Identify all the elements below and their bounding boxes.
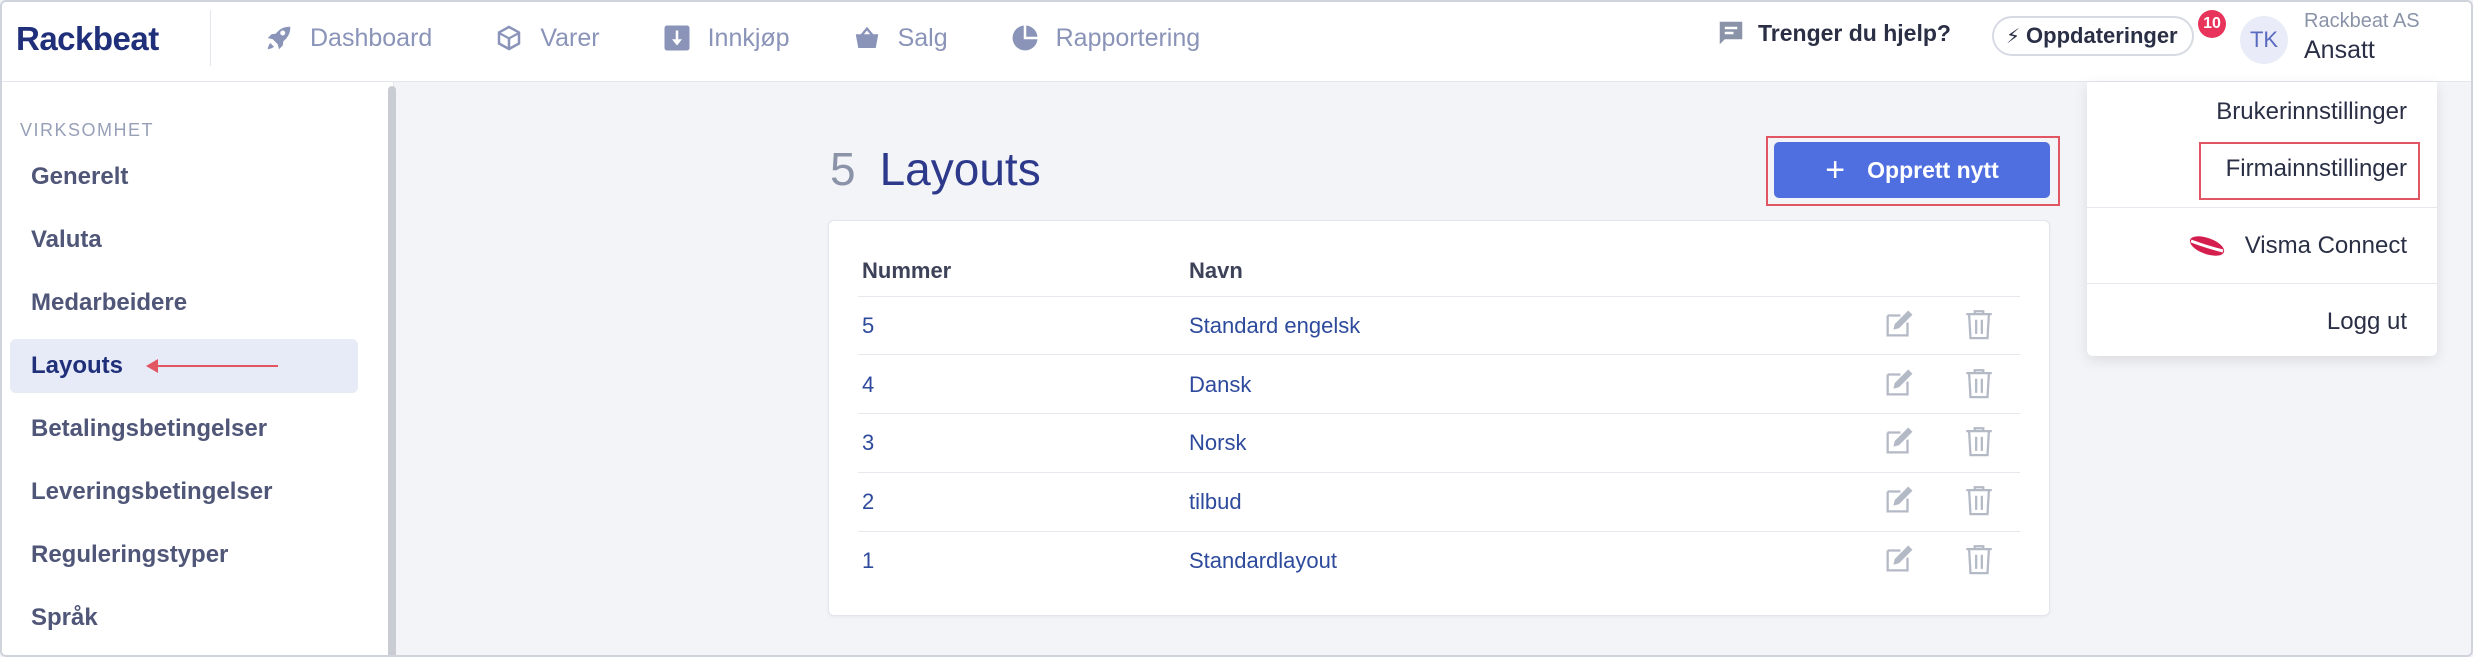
nav-innkjop-label: Innkjøp — [707, 23, 790, 52]
edit-icon[interactable] — [1882, 483, 1916, 517]
edit-icon[interactable] — [1882, 366, 1916, 400]
row-divider — [858, 413, 2020, 414]
menu-item-firmainnstillinger[interactable]: Firmainnstillinger — [2226, 155, 2407, 183]
bolt-icon: ⚡ — [2006, 25, 2021, 48]
create-new-label: Opprett nytt — [1867, 156, 1999, 183]
edit-icon[interactable] — [1882, 542, 1916, 576]
row-number: 4 — [862, 372, 875, 397]
row-divider — [858, 472, 2020, 473]
chat-icon — [1719, 21, 1743, 45]
row-name-link[interactable]: tilbud — [1189, 489, 1242, 515]
edit-icon[interactable] — [1882, 307, 1916, 341]
trash-icon[interactable] — [1962, 307, 1996, 341]
nav-dashboard[interactable]: Dashboard — [264, 23, 432, 53]
visma-logo-icon — [2189, 236, 2224, 256]
nav-varer-label: Varer — [540, 23, 600, 52]
sidebar-item-generelt[interactable]: Generelt — [10, 150, 358, 204]
column-header-nummer: Nummer — [862, 258, 952, 283]
rackbeat-logo[interactable]: Rackbeat — [16, 20, 159, 58]
row-divider — [858, 354, 2020, 355]
sidebar-item-betalingsbetingelser[interactable]: Betalingsbetingelser — [10, 402, 358, 456]
updates-button[interactable]: ⚡ Oppdateringer — [1992, 16, 2194, 56]
row-name-link[interactable]: Dansk — [1189, 372, 1251, 398]
user-role: Ansatt — [2304, 36, 2375, 64]
row-name-link[interactable]: Norsk — [1189, 430, 1246, 456]
updates-badge: 10 — [2198, 10, 2226, 38]
sidebar-item-sprak[interactable]: Språk — [10, 591, 358, 645]
menu-item-visma-connect[interactable]: Visma Connect — [2187, 232, 2407, 260]
layouts-table-card — [828, 220, 2050, 616]
row-name-link[interactable]: Standardlayout — [1189, 548, 1337, 574]
annotation-arrow — [146, 359, 278, 373]
main-nav: Dashboard Varer Innkjøp Salg Rapporterin… — [264, 2, 1262, 74]
box-icon — [498, 25, 521, 51]
row-divider — [858, 531, 2020, 532]
nav-innkjop[interactable]: Innkjøp — [662, 23, 790, 53]
layout-count: 5 — [830, 143, 856, 195]
avatar[interactable]: TK — [2240, 16, 2288, 64]
trash-icon[interactable] — [1962, 424, 1996, 458]
nav-salg[interactable]: Salg — [852, 23, 948, 53]
sidebar-item-valuta[interactable]: Valuta — [10, 213, 358, 267]
row-number: 2 — [862, 489, 875, 514]
trash-icon[interactable] — [1962, 366, 1996, 400]
edit-icon[interactable] — [1882, 424, 1916, 458]
help-link[interactable]: Trenger du hjelp? — [1716, 18, 1951, 48]
download-box-icon — [664, 25, 690, 51]
trash-icon[interactable] — [1962, 542, 1996, 576]
menu-divider — [2087, 207, 2437, 208]
nav-salg-label: Salg — [897, 23, 948, 52]
top-bar: Rackbeat Dashboard Varer Innkjøp Salg Ra… — [2, 2, 2471, 82]
page-title-text: Layouts — [879, 143, 1041, 195]
pie-chart-icon — [1012, 25, 1038, 51]
row-number: 5 — [862, 313, 875, 338]
row-number: 3 — [862, 430, 875, 455]
company-name: Rackbeat AS — [2304, 10, 2420, 32]
visma-connect-label: Visma Connect — [2244, 232, 2407, 259]
logo-divider — [210, 10, 211, 66]
app-window: Rackbeat Dashboard Varer Innkjøp Salg Ra… — [0, 0, 2473, 657]
sidebar-item-medarbeidere[interactable]: Medarbeidere — [10, 276, 358, 330]
sidebar-section-label: VIRKSOMHET — [20, 120, 155, 140]
row-name-link[interactable]: Standard engelsk — [1189, 313, 1360, 339]
help-label: Trenger du hjelp? — [1758, 19, 1951, 46]
nav-rapportering[interactable]: Rapportering — [1010, 23, 1201, 53]
create-new-button[interactable]: + Opprett nytt — [1774, 142, 2050, 198]
column-header-navn: Navn — [1189, 258, 1243, 283]
menu-item-brukerinnstillinger[interactable]: Brukerinnstillinger — [2216, 98, 2407, 126]
trash-icon[interactable] — [1962, 483, 1996, 517]
basket-icon — [855, 26, 878, 48]
nav-dashboard-label: Dashboard — [310, 23, 433, 52]
nav-varer[interactable]: Varer — [494, 23, 600, 53]
menu-item-logg-ut[interactable]: Logg ut — [2327, 308, 2407, 336]
sidebar-item-reguleringstyper[interactable]: Reguleringstyper — [10, 528, 358, 582]
sidebar-scrollbar[interactable] — [388, 86, 396, 655]
menu-divider — [2087, 283, 2437, 284]
row-divider — [858, 296, 2020, 297]
plus-icon: + — [1825, 151, 1846, 189]
nav-rapportering-label: Rapportering — [1055, 23, 1201, 52]
sidebar-item-leveringsbetingelser[interactable]: Leveringsbetingelser — [10, 465, 358, 519]
rocket-icon — [267, 26, 291, 50]
updates-label: Oppdateringer — [2026, 23, 2178, 48]
page-title: 5 Layouts — [830, 142, 1041, 196]
row-number: 1 — [862, 548, 875, 573]
